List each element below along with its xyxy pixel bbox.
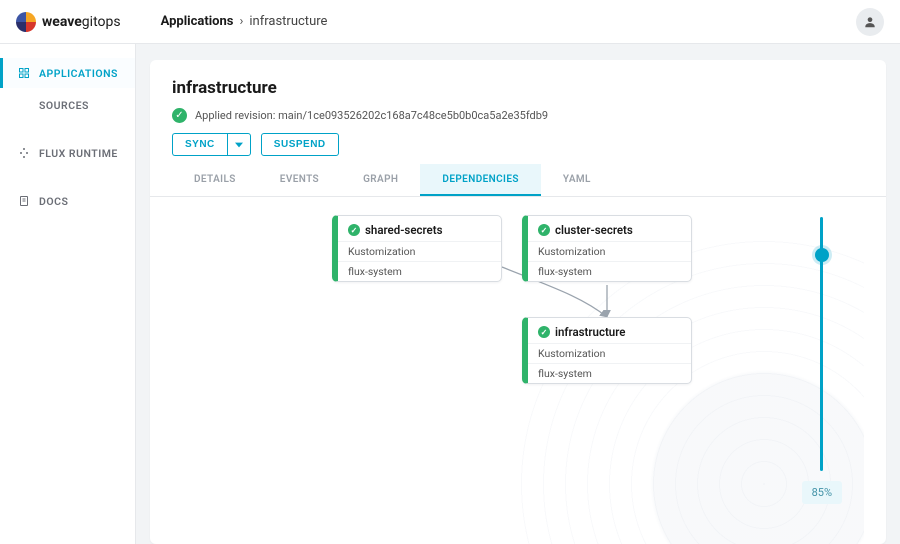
node-namespace: flux-system <box>528 363 691 383</box>
tab-yaml[interactable]: YAML <box>541 164 613 196</box>
node-kind: Kustomization <box>528 241 691 261</box>
sync-button[interactable]: SYNC <box>172 133 227 156</box>
zoom-slider[interactable] <box>820 217 823 471</box>
docs-icon <box>17 194 31 208</box>
sync-button-group: SYNC <box>172 133 251 156</box>
check-circle-icon: ✓ <box>538 224 550 236</box>
user-icon <box>863 15 877 29</box>
sync-dropdown-button[interactable] <box>227 133 251 156</box>
brand-logo-icon <box>16 12 36 32</box>
flux-runtime-icon <box>17 146 31 160</box>
zoom-thumb[interactable] <box>815 248 829 262</box>
zoom-control: 85% <box>802 217 842 504</box>
suspend-button[interactable]: SUSPEND <box>261 133 339 156</box>
breadcrumb-root[interactable]: Applications <box>161 14 234 29</box>
chevron-right-icon: › <box>239 14 243 29</box>
applications-icon <box>17 66 31 80</box>
graph-node-infrastructure[interactable]: ✓ infrastructure Kustomization flux-syste… <box>522 317 692 384</box>
tab-graph[interactable]: GRAPH <box>341 164 420 196</box>
sidebar: APPLICATIONS SOURCES FLUX RUNTIME DOCS <box>0 44 136 544</box>
sidebar-item-label: SOURCES <box>39 99 89 112</box>
graph-node-shared-secrets[interactable]: ✓ shared-secrets Kustomization flux-syste… <box>332 215 502 282</box>
tab-dependencies[interactable]: DEPENDENCIES <box>420 164 540 196</box>
sidebar-item-flux-runtime[interactable]: FLUX RUNTIME <box>0 138 135 168</box>
tab-details[interactable]: DETAILS <box>172 164 258 196</box>
sidebar-item-label: DOCS <box>39 195 68 208</box>
page-title: infrastructure <box>172 78 864 98</box>
graph-node-cluster-secrets[interactable]: ✓ cluster-secrets Kustomization flux-syst… <box>522 215 692 282</box>
node-namespace: flux-system <box>528 261 691 281</box>
node-title: shared-secrets <box>365 223 443 237</box>
zoom-value: 85% <box>802 481 842 504</box>
node-namespace: flux-system <box>338 261 501 281</box>
sources-icon <box>17 98 31 112</box>
check-circle-icon: ✓ <box>172 108 187 123</box>
dependency-graph[interactable]: ✓ shared-secrets Kustomization flux-syste… <box>172 197 864 544</box>
node-title: cluster-secrets <box>555 223 633 237</box>
graph-edges <box>172 197 864 544</box>
brand-name: weavegitops <box>42 14 121 30</box>
tab-events[interactable]: EVENTS <box>258 164 341 196</box>
sidebar-item-label: FLUX RUNTIME <box>39 147 118 160</box>
sidebar-item-sources[interactable]: SOURCES <box>0 90 135 120</box>
chevron-down-icon <box>235 141 243 149</box>
brand-name-bold: weave <box>42 14 82 30</box>
check-circle-icon: ✓ <box>348 224 360 236</box>
check-circle-icon: ✓ <box>538 326 550 338</box>
status-text: Applied revision: main/1ce093526202c168a… <box>195 109 548 122</box>
node-kind: Kustomization <box>338 241 501 261</box>
brand: weavegitops <box>16 12 121 32</box>
sidebar-item-docs[interactable]: DOCS <box>0 186 135 216</box>
sidebar-item-applications[interactable]: APPLICATIONS <box>0 58 135 88</box>
status-row: ✓ Applied revision: main/1ce093526202c16… <box>172 108 864 123</box>
breadcrumb-current: infrastructure <box>249 14 327 29</box>
node-kind: Kustomization <box>528 343 691 363</box>
user-avatar[interactable] <box>856 8 884 36</box>
content-panel: infrastructure ✓ Applied revision: main/… <box>150 60 886 544</box>
tab-row: DETAILS EVENTS GRAPH DEPENDENCIES YAML <box>150 164 886 197</box>
node-title: infrastructure <box>555 325 625 339</box>
breadcrumb: Applications › infrastructure <box>161 14 328 29</box>
sidebar-item-label: APPLICATIONS <box>39 67 118 80</box>
brand-name-light: gitops <box>82 14 121 30</box>
